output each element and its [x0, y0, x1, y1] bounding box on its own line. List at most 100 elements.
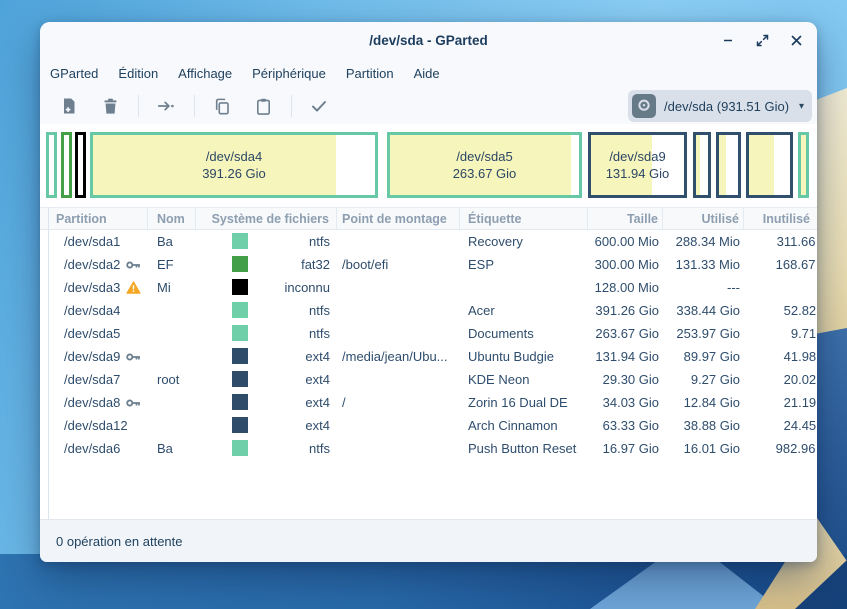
partition-cell: /dev/sda7 — [48, 368, 148, 391]
fs-swatch — [232, 302, 248, 318]
segment-sda3[interactable] — [75, 132, 86, 198]
apply-icon[interactable] — [304, 92, 334, 120]
used-space — [719, 135, 726, 195]
mountpoint-cell — [337, 299, 460, 322]
label-cell: Ubuntu Budgie — [460, 345, 588, 368]
mountpoint-cell — [337, 414, 460, 437]
header-mountpoint: Point de montage — [337, 208, 460, 229]
disk-graphic: /dev/sda4391.26 Gio /dev/sda5263.67 Gio … — [40, 124, 817, 207]
filesystem-cell: ext4 — [196, 391, 337, 414]
menu-partition[interactable]: Partition — [336, 62, 404, 85]
header-nom: Nom — [148, 208, 196, 229]
menu-peripherique[interactable]: Périphérique — [242, 62, 336, 85]
fs-swatch — [232, 279, 248, 295]
segment-sda6[interactable] — [798, 132, 809, 198]
name-cell: Ba — [148, 230, 196, 253]
paste-icon[interactable] — [248, 92, 278, 120]
filesystem-cell: ntfs — [196, 322, 337, 345]
mountpoint-cell — [337, 322, 460, 345]
new-partition-icon[interactable] — [54, 92, 84, 120]
table-row[interactable]: /dev/sda4 ntfs Acer 391.26 Gio 338.44 Gi… — [40, 299, 817, 322]
used-cell: 12.84 Gio — [663, 391, 744, 414]
fs-swatch — [232, 256, 248, 272]
table-row[interactable]: /dev/sda5 ntfs Documents 263.67 Gio 253.… — [40, 322, 817, 345]
partition-cell: /dev/sda4 — [48, 299, 148, 322]
table-empty-area — [40, 460, 817, 519]
used-cell: 16.01 Gio — [663, 437, 744, 460]
table-row[interactable]: /dev/sda2 EF fat32 /boot/efi ESP 300.00 … — [40, 253, 817, 276]
used-cell: 38.88 Gio — [663, 414, 744, 437]
used-cell: 89.97 Gio — [663, 345, 744, 368]
size-cell: 391.26 Gio — [588, 299, 663, 322]
table-row[interactable]: /dev/sda6 Ba ntfs Push Button Reset 16.9… — [40, 437, 817, 460]
label-cell — [460, 276, 588, 299]
table-row[interactable]: /dev/sda7 root ext4 KDE Neon 29.30 Gio 9… — [40, 368, 817, 391]
name-cell — [148, 299, 196, 322]
size-cell: 131.94 Gio — [588, 345, 663, 368]
statusbar: 0 opération en attente — [40, 519, 817, 562]
table-row[interactable]: /dev/sda1 Ba ntfs Recovery 600.00 Mio 28… — [40, 230, 817, 253]
resize-move-icon[interactable] — [151, 92, 181, 120]
mountpoint-cell: /boot/efi — [337, 253, 460, 276]
unused-cell: 41.98 Gio — [744, 345, 817, 368]
header-used: Utilisé — [663, 208, 744, 229]
minimize-button[interactable] — [721, 33, 735, 47]
partition-cell: /dev/sda2 — [48, 253, 148, 276]
table-row[interactable]: /dev/sda9 ext4 /media/jean/Ubu... Ubuntu… — [40, 345, 817, 368]
drive-icon — [632, 94, 656, 118]
name-cell: Mi — [148, 276, 196, 299]
segment-sda1[interactable] — [46, 132, 57, 198]
menu-affichage[interactable]: Affichage — [168, 62, 242, 85]
filesystem-cell: inconnu — [196, 276, 337, 299]
table-row[interactable]: /dev/sda3 Mi inconnu 128.00 Mio --- --- — [40, 276, 817, 299]
toolbar-separator — [138, 95, 139, 117]
fs-swatch — [232, 417, 248, 433]
segment-sda7[interactable] — [693, 132, 711, 198]
menubar: GParted Édition Affichage Périphérique P… — [40, 58, 817, 88]
menu-aide[interactable]: Aide — [404, 62, 450, 85]
menu-edition[interactable]: Édition — [108, 62, 168, 85]
label-cell: Push Button Reset — [460, 437, 588, 460]
size-cell: 63.33 Gio — [588, 414, 663, 437]
segment-sda12[interactable] — [746, 132, 793, 198]
close-icon[interactable] — [789, 33, 803, 47]
copy-icon[interactable] — [207, 92, 237, 120]
mountpoint-cell: /media/jean/Ubu... — [337, 345, 460, 368]
device-selector[interactable]: /dev/sda (931.51 Gio) ▾ — [628, 90, 812, 122]
restore-button[interactable] — [755, 33, 769, 47]
filesystem-cell: ntfs — [196, 437, 337, 460]
unused-cell: 52.82 Gio — [744, 299, 817, 322]
header-filesystem: Système de fichiers — [196, 208, 337, 229]
table-row[interactable]: /dev/sda8 ext4 / Zorin 16 Dual DE 34.03 … — [40, 391, 817, 414]
filesystem-cell: ntfs — [196, 299, 337, 322]
segment-label: /dev/sda9131.94 Gio — [591, 135, 684, 195]
mountpoint-cell: / — [337, 391, 460, 414]
titlebar[interactable]: /dev/sda - GParted — [40, 22, 817, 58]
toolbar-separator — [194, 95, 195, 117]
menu-gparted[interactable]: GParted — [40, 62, 108, 85]
partition-cell: /dev/sda9 — [48, 345, 148, 368]
segment-sda2[interactable] — [61, 132, 72, 198]
segment-sda8[interactable] — [716, 132, 741, 198]
delete-icon[interactable] — [95, 92, 125, 120]
used-space — [696, 135, 700, 195]
segment-sda9[interactable]: /dev/sda9131.94 Gio — [588, 132, 687, 198]
segment-sda5[interactable]: /dev/sda5263.67 Gio — [387, 132, 582, 198]
size-cell: 263.67 Gio — [588, 322, 663, 345]
toolbar: /dev/sda (931.51 Gio) ▾ — [40, 88, 817, 124]
segment-sda4[interactable]: /dev/sda4391.26 Gio — [90, 132, 378, 198]
unused-cell: --- — [744, 276, 817, 299]
header-partition: Partition — [48, 208, 148, 229]
gparted-window: /dev/sda - GParted GParted Édition Affic… — [40, 22, 817, 562]
fs-swatch — [232, 394, 248, 410]
label-cell: KDE Neon — [460, 368, 588, 391]
table-row[interactable]: /dev/sda12 ext4 Arch Cinnamon 63.33 Gio … — [40, 414, 817, 437]
partition-cell: /dev/sda8 — [48, 391, 148, 414]
header-unused: Inutilisé — [744, 208, 817, 229]
table-header: Partition Nom Système de fichiers Point … — [40, 207, 817, 230]
fs-swatch — [232, 371, 248, 387]
fs-swatch — [232, 233, 248, 249]
label-cell: Recovery — [460, 230, 588, 253]
header-label: Étiquette — [460, 208, 588, 229]
key-icon — [126, 260, 141, 270]
